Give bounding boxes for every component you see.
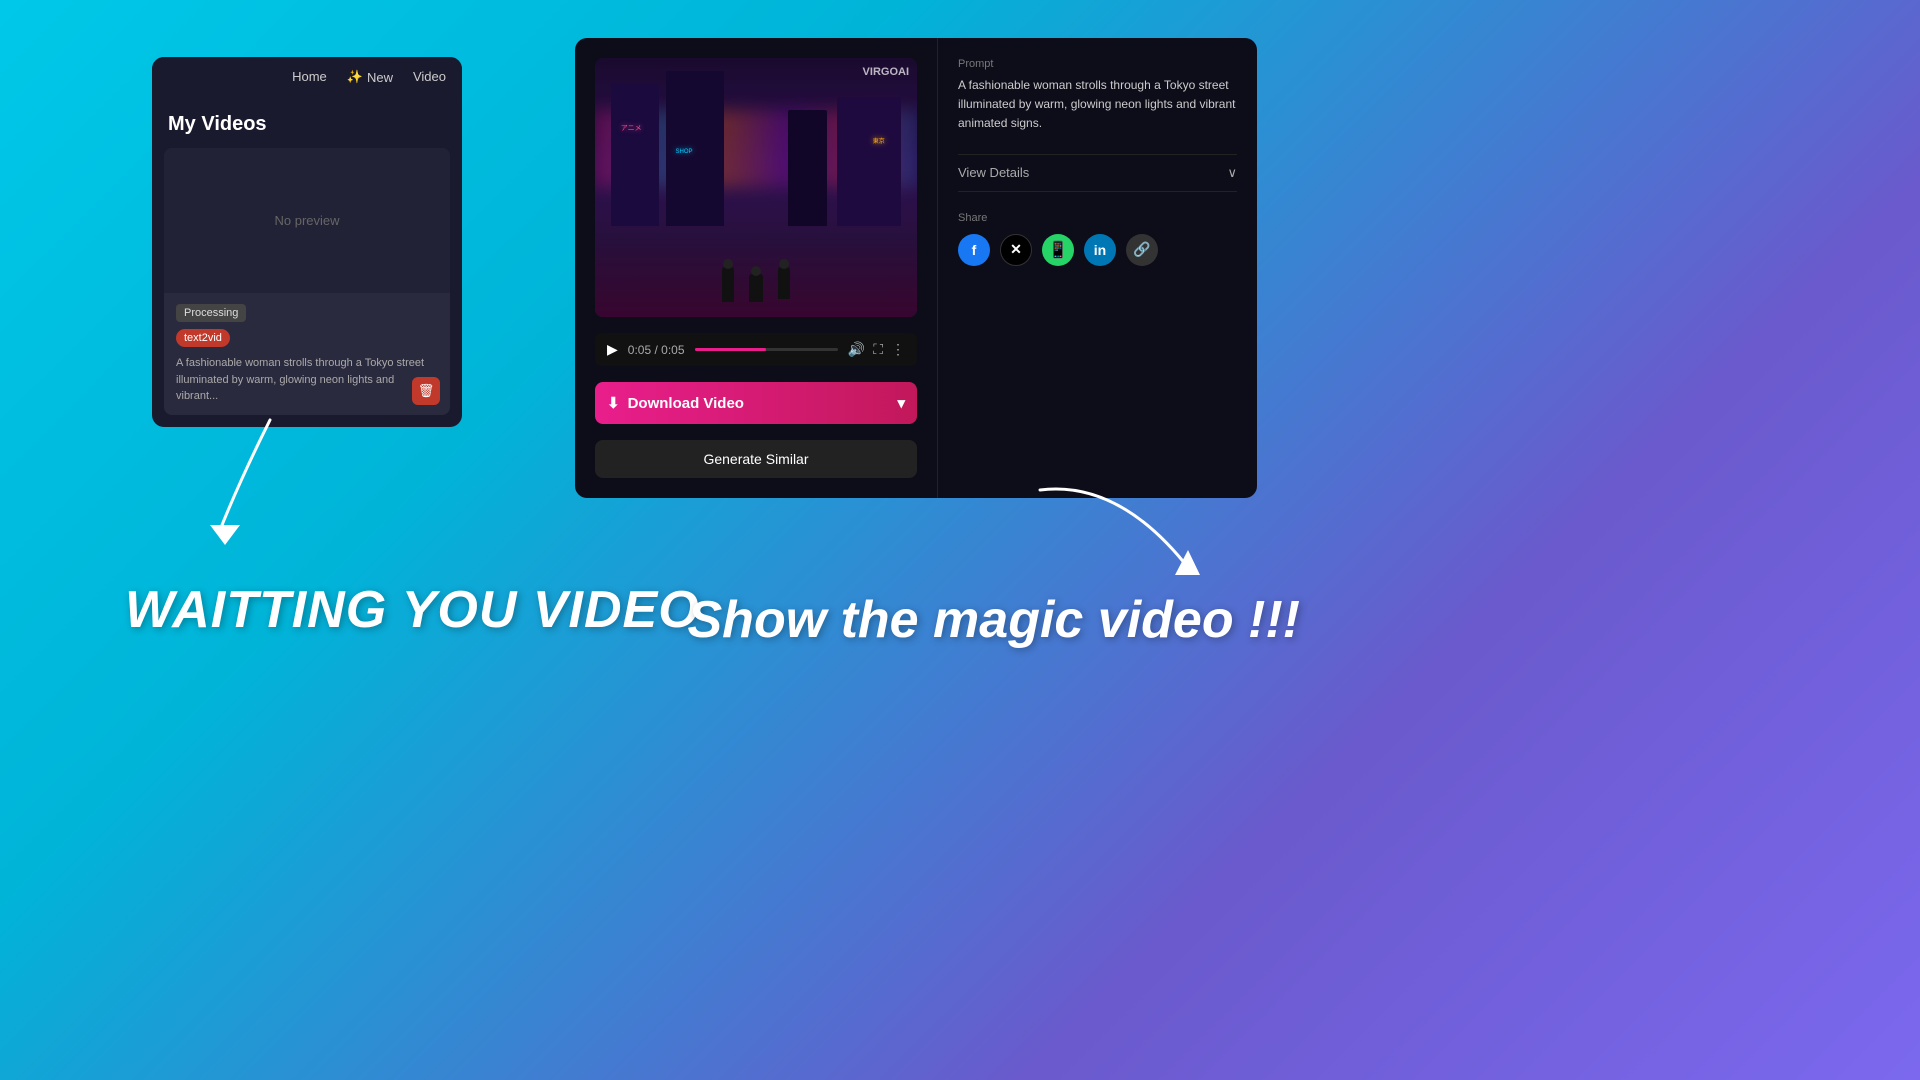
nav-video[interactable]: Video — [413, 69, 446, 85]
download-icon: ⬇ — [607, 394, 620, 412]
info-section: Prompt A fashionable woman strolls throu… — [937, 38, 1257, 498]
nav-bar: Home ✨ New Video — [152, 57, 462, 97]
prompt-text: A fashionable woman strolls through a To… — [958, 76, 1237, 134]
arrow-left-container — [190, 400, 310, 565]
prompt-label: Prompt — [958, 58, 1237, 70]
arrowhead-right — [1175, 550, 1200, 575]
generate-similar-button[interactable]: Generate Similar — [595, 440, 917, 478]
share-icons-row: f ✕ 📱 in 🔗 — [958, 234, 1237, 266]
delete-button[interactable]: 🗑 — [412, 377, 440, 405]
nav-home[interactable]: Home — [292, 69, 327, 85]
share-label: Share — [958, 212, 1237, 224]
arrow-left-icon — [190, 400, 310, 560]
status-badge: Processing — [176, 304, 246, 322]
my-videos-panel: Home ✨ New Video My Videos No preview Pr… — [152, 57, 462, 427]
nav-new[interactable]: ✨ New — [347, 69, 393, 85]
download-video-button[interactable]: ⬇ Download Video ▾ — [595, 382, 917, 424]
fullscreen-icon[interactable]: ⛶ — [873, 341, 883, 358]
video-frame: アニメ SHOP 東京 VIRGOAI — [595, 58, 917, 317]
arrow-right-container — [1020, 470, 1220, 605]
view-details-row[interactable]: View Details ∨ — [958, 154, 1237, 192]
control-icons: 🔊 ⛶ ⋮ — [848, 341, 905, 358]
sparkle-icon: ✨ — [347, 69, 363, 85]
share-section: Share f ✕ 📱 in 🔗 — [958, 212, 1237, 266]
play-button[interactable]: ▶ — [607, 341, 618, 358]
video-section: アニメ SHOP 東京 VIRGOAI ▶ 0:05 / 0: — [575, 38, 937, 498]
volume-icon[interactable]: 🔊 — [848, 341, 865, 358]
watermark: VIRGOAI — [863, 66, 909, 78]
people-silhouettes — [722, 267, 790, 302]
more-icon[interactable]: ⋮ — [891, 341, 905, 358]
video-preview-placeholder: No preview — [164, 148, 450, 293]
video-viewer-panel: アニメ SHOP 東京 VIRGOAI ▶ 0:05 / 0: — [575, 38, 1257, 498]
bottom-right-label: Show the magic video !!! — [688, 590, 1301, 650]
chevron-down-icon: ∨ — [1227, 165, 1237, 181]
facebook-share-button[interactable]: f — [958, 234, 990, 266]
whatsapp-share-button[interactable]: 📱 — [1042, 234, 1074, 266]
bottom-left-label: WAITTING YOU VIDEO — [125, 580, 700, 640]
video-controls: ▶ 0:05 / 0:05 🔊 ⛶ ⋮ — [595, 333, 917, 366]
progress-bar[interactable] — [695, 348, 838, 351]
linkedin-share-button[interactable]: in — [1084, 234, 1116, 266]
arrowhead-left — [210, 525, 240, 545]
tag-badge: text2vid — [176, 329, 230, 347]
panel-title: My Videos — [152, 97, 462, 148]
video-card-footer: Processing text2vid A fashionable woman … — [164, 293, 450, 415]
time-display: 0:05 / 0:05 — [628, 343, 685, 357]
trash-icon: 🗑 — [418, 383, 435, 399]
video-description: A fashionable woman strolls through a To… — [176, 355, 438, 405]
video-card: No preview Processing text2vid A fashion… — [164, 148, 450, 415]
x-share-button[interactable]: ✕ — [1000, 234, 1032, 266]
tokyo-scene: アニメ SHOP 東京 — [595, 58, 917, 317]
arrow-right-icon — [1020, 470, 1220, 600]
progress-fill — [695, 348, 767, 351]
copy-link-button[interactable]: 🔗 — [1126, 234, 1158, 266]
dropdown-chevron: ▾ — [897, 394, 905, 412]
